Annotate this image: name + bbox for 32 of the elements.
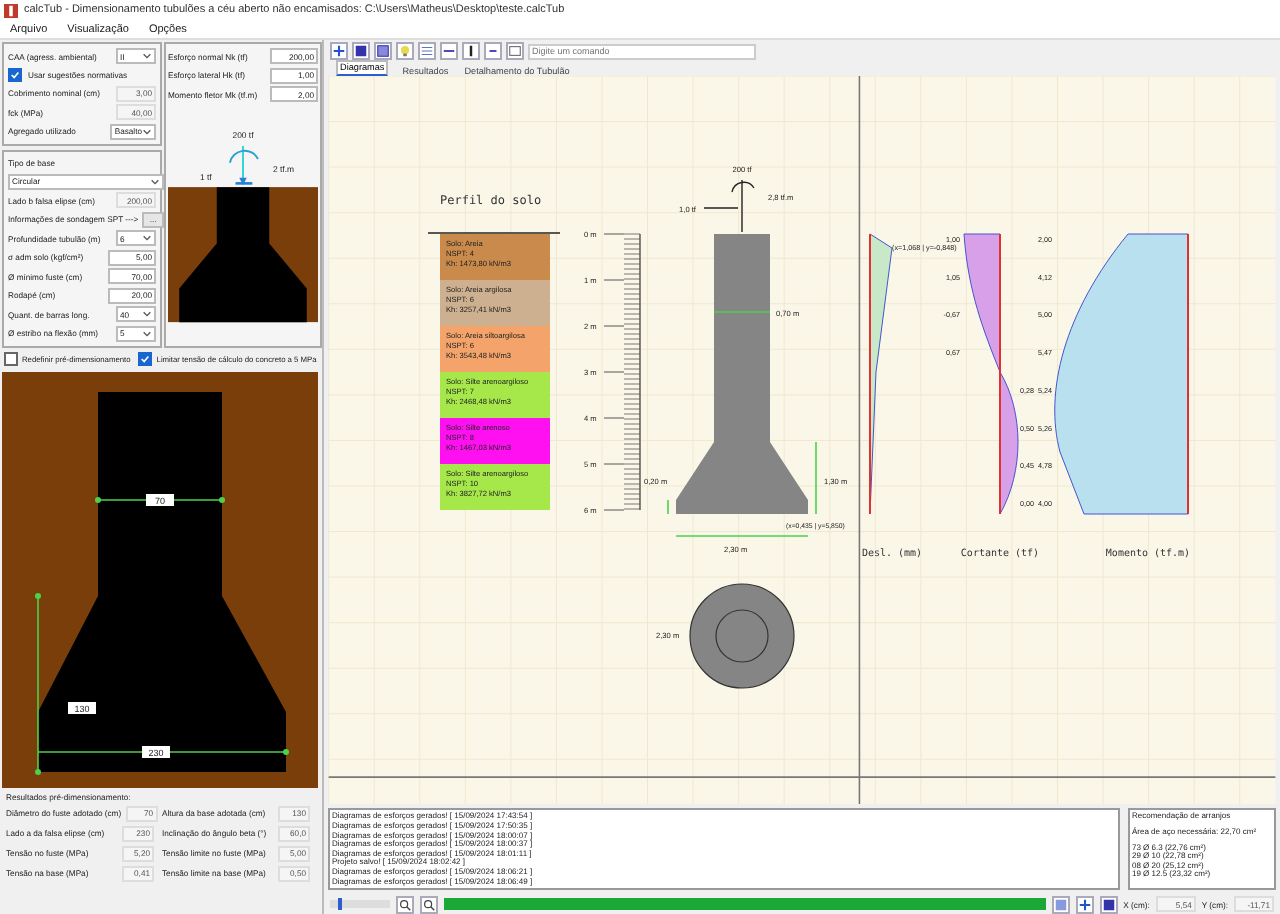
pile-plan-drawing [689, 583, 795, 689]
square-button[interactable] [352, 42, 370, 61]
minus-button[interactable] [484, 42, 502, 61]
checkbox[interactable] [8, 67, 22, 82]
checkbox[interactable] [4, 352, 18, 366]
dimension-line [713, 311, 771, 313]
dimension-line [675, 535, 809, 537]
add-button[interactable] [330, 42, 348, 61]
square-button[interactable] [1099, 895, 1118, 914]
zoom-out-icon[interactable] [420, 895, 438, 914]
caret-icon [142, 127, 152, 135]
grid-button[interactable] [418, 42, 436, 61]
checkbox[interactable] [138, 352, 153, 366]
caret-icon [142, 310, 152, 318]
caret-icon [142, 329, 152, 337]
bar-button[interactable] [462, 42, 480, 61]
dimension-line [815, 441, 817, 515]
add-button[interactable] [1075, 895, 1094, 914]
bulb-button[interactable] [396, 42, 414, 61]
line-button[interactable] [440, 42, 458, 61]
zoom-in-icon[interactable] [396, 895, 414, 914]
load-arrows-icon [703, 179, 755, 233]
pile-drawing [179, 186, 307, 322]
load-arrows-icon [228, 143, 259, 185]
grid-button[interactable] [1051, 895, 1070, 914]
zoom-slider-thumb[interactable] [338, 898, 343, 911]
caret-icon [142, 52, 152, 60]
caret-icon [142, 234, 152, 242]
frame-button[interactable] [374, 42, 392, 61]
dimension-line [667, 499, 669, 515]
caret-icon [150, 177, 160, 185]
dimension-line [95, 496, 225, 502]
